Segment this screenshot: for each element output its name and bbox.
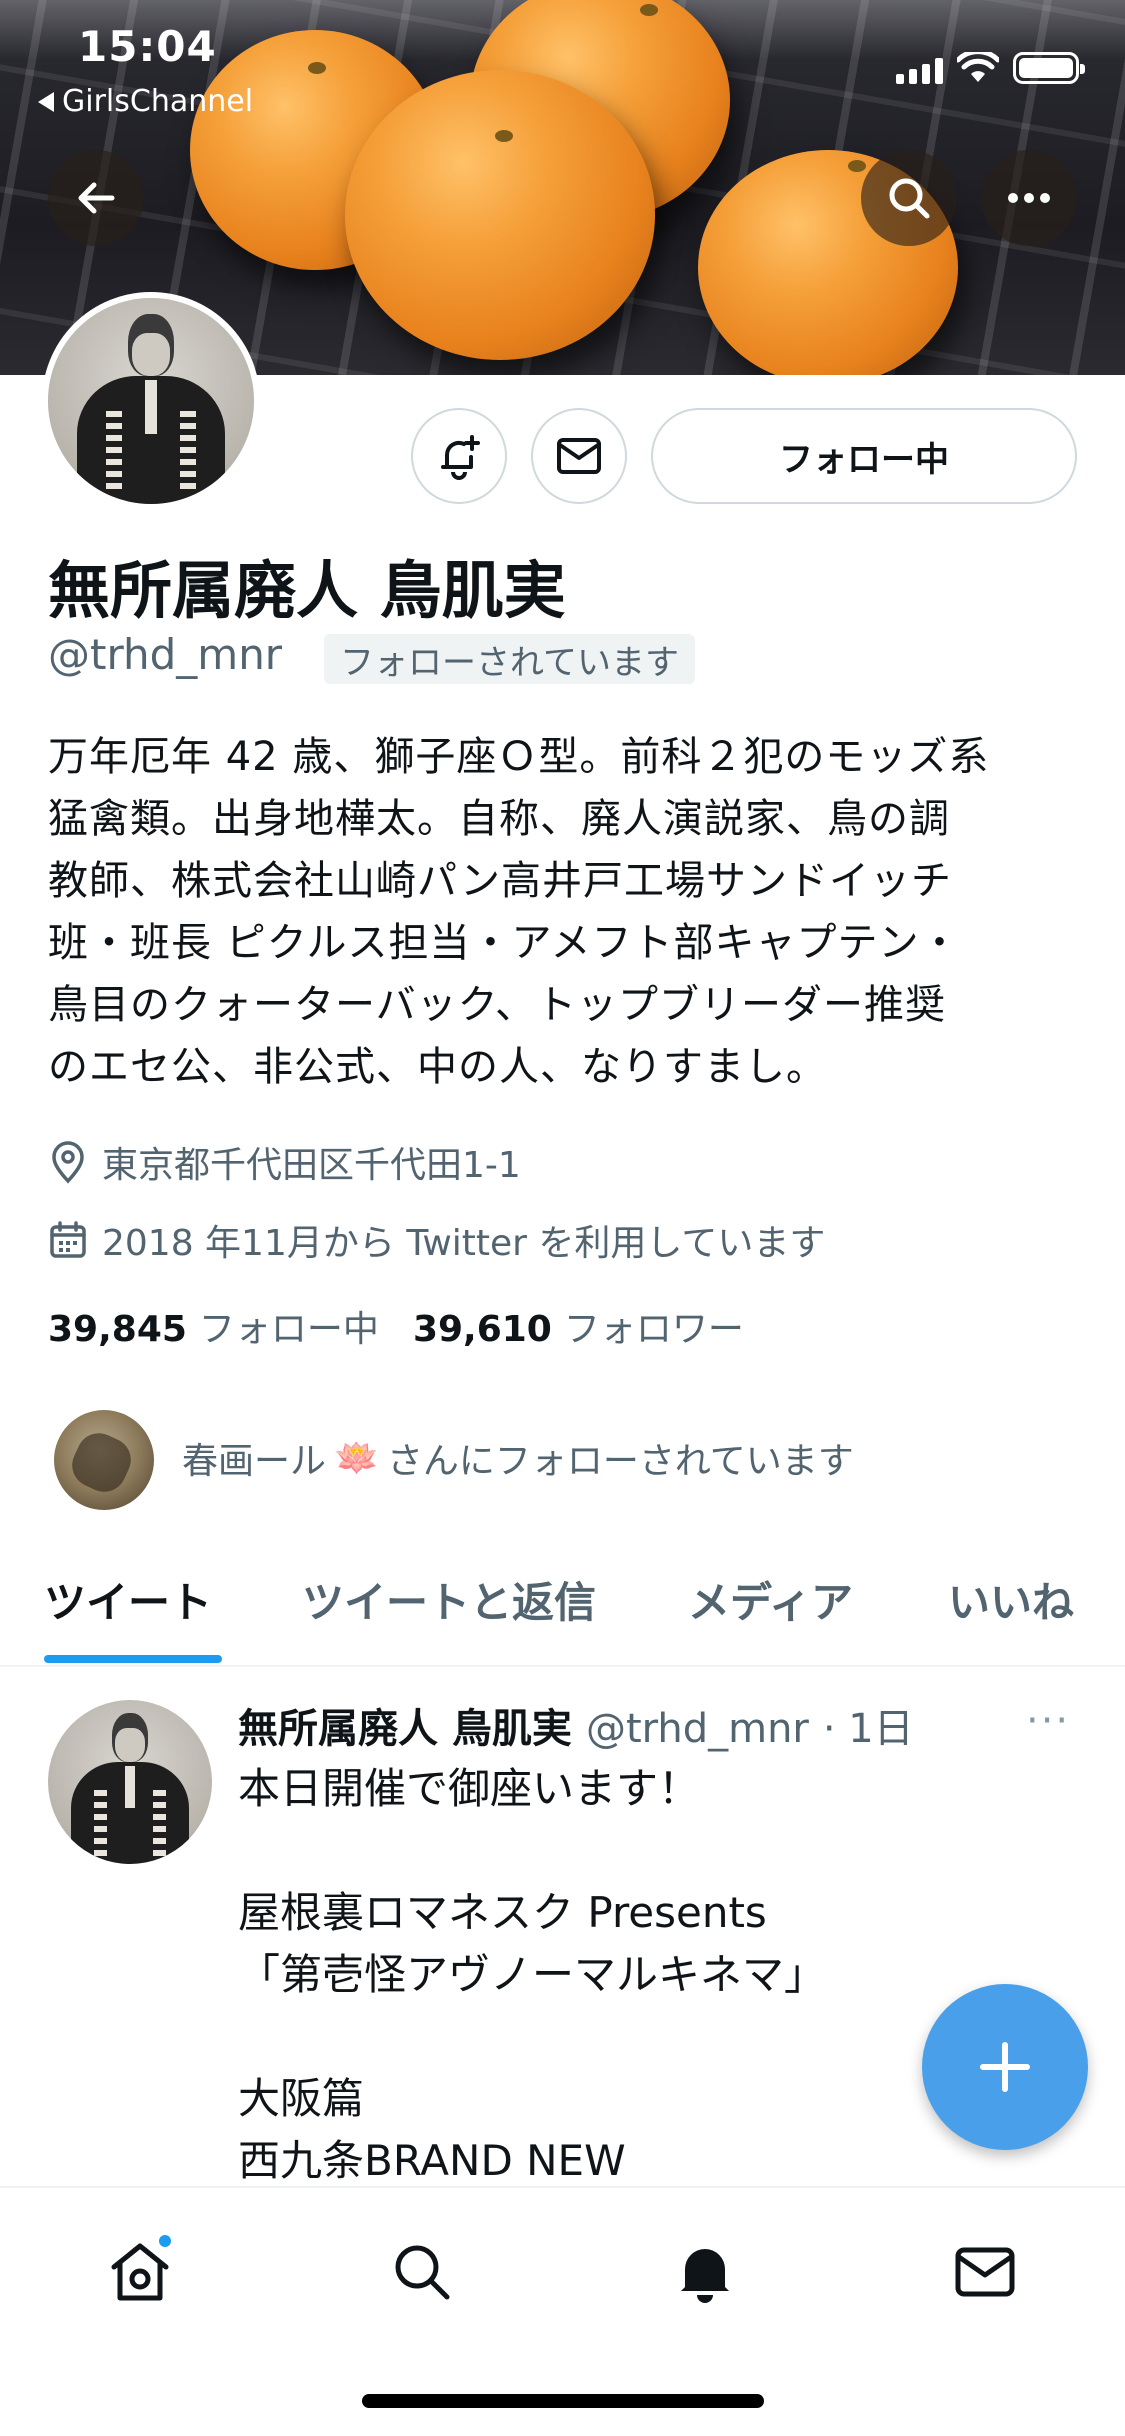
- more-icon: [1008, 193, 1050, 203]
- following-label: フォロー中: [198, 1309, 379, 1350]
- search-icon: [889, 178, 930, 219]
- cellular-signal-icon: [896, 58, 943, 84]
- followers-count-link[interactable]: 39,610 フォロワー: [413, 1300, 744, 1352]
- tab-tweets[interactable]: ツイート: [44, 1569, 212, 1630]
- follow-counts: 39,845 フォロー中 39,610 フォロワー: [48, 1300, 744, 1352]
- nav-search[interactable]: [382, 2232, 462, 2312]
- tab-media[interactable]: メディア: [688, 1569, 853, 1630]
- following-count-link[interactable]: 39,845 フォロー中: [48, 1300, 379, 1352]
- profile-name: 無所属廃人 鳥肌実: [48, 554, 566, 627]
- active-tab-indicator: [44, 1655, 222, 1663]
- profile-joined: 2018 年11月から Twitter を利用しています: [48, 1214, 825, 1266]
- mutual-follower-suffix: さんにフォローされています: [386, 1441, 854, 1482]
- envelope-icon: [557, 438, 601, 474]
- battery-icon: [1013, 52, 1085, 84]
- bell-icon: [681, 2249, 729, 2303]
- tweet-more-button[interactable]: ···: [1026, 1698, 1070, 1744]
- mutual-follower-avatar[interactable]: [54, 1410, 154, 1510]
- back-triangle-icon: [38, 91, 54, 112]
- back-button[interactable]: [48, 150, 144, 246]
- profile-bio: 万年厄年 42 歳、獅子座Ｏ型。前科２犯のモッズ系 猛禽類。出身地樺太。自称、廃…: [48, 734, 990, 1090]
- joined-text: 2018 年11月から Twitter を利用しています: [102, 1223, 826, 1264]
- profile-location: 東京都千代田区千代田1-1: [48, 1136, 521, 1188]
- calendar-icon: [50, 1221, 86, 1258]
- tweet-author-name[interactable]: 無所属廃人 鳥肌実: [238, 1696, 572, 1754]
- message-button[interactable]: [531, 408, 627, 504]
- follows-you-badge: フォローされています: [324, 634, 695, 684]
- following-button[interactable]: フォロー中: [651, 408, 1077, 504]
- home-icon: [111, 2243, 169, 2301]
- location-text: 東京都千代田区千代田1-1: [102, 1145, 521, 1186]
- followers-label: フォロワー: [563, 1309, 744, 1350]
- tweet-body: 本日開催で御座います！ 屋根裏ロマネスク Presents 「第壱怪アヴノーマル…: [238, 1764, 827, 2185]
- wifi-icon: [957, 52, 999, 82]
- nav-home[interactable]: [100, 2232, 180, 2312]
- plus-icon: [980, 2042, 1030, 2092]
- compose-tweet-button[interactable]: [922, 1984, 1088, 2150]
- profile-tabs: ツイート ツイートと返信 メディア いいね: [0, 1555, 1125, 1667]
- location-pin-icon: [52, 1141, 84, 1184]
- lotus-emoji-icon: 🪷: [334, 1438, 379, 1479]
- search-icon: [395, 2245, 450, 2300]
- followers-count: 39,610: [412, 1309, 552, 1350]
- tweet-author: 無所属廃人 鳥肌実 @trhd_mnr · 1日: [238, 1696, 914, 1754]
- tab-tweets-and-replies[interactable]: ツイートと返信: [302, 1569, 596, 1630]
- envelope-icon: [955, 2247, 1015, 2297]
- nav-messages[interactable]: [945, 2232, 1025, 2312]
- mutual-follower-name: 春画ール: [182, 1441, 327, 1482]
- back-app-label: GirlsChannel: [62, 84, 254, 119]
- nav-notifications[interactable]: [665, 2232, 745, 2312]
- back-arrow-icon: [78, 182, 115, 214]
- notifications-button[interactable]: [411, 408, 507, 504]
- home-indicator: [362, 2394, 764, 2408]
- tab-likes[interactable]: いいね: [948, 1569, 1074, 1630]
- home-notification-dot: [156, 2232, 174, 2250]
- profile-handle: @trhd_mnr: [48, 630, 283, 679]
- bell-plus-icon: [441, 435, 480, 480]
- tweet-time: · 1日: [822, 1706, 914, 1752]
- status-time: 15:04: [78, 22, 217, 71]
- status-bar: 15:04 GirlsChannel: [0, 0, 1125, 120]
- back-to-app-link[interactable]: GirlsChannel: [38, 84, 253, 119]
- search-button[interactable]: [861, 150, 957, 246]
- tweet-author-handle[interactable]: @trhd_mnr: [586, 1706, 809, 1752]
- more-options-button[interactable]: [981, 150, 1077, 246]
- mutual-follower-text[interactable]: 春画ール 🪷 さんにフォローされています: [182, 1432, 854, 1484]
- profile-avatar[interactable]: [42, 292, 260, 510]
- following-count: 39,845: [48, 1309, 187, 1350]
- tweet-author-avatar[interactable]: [48, 1700, 212, 1864]
